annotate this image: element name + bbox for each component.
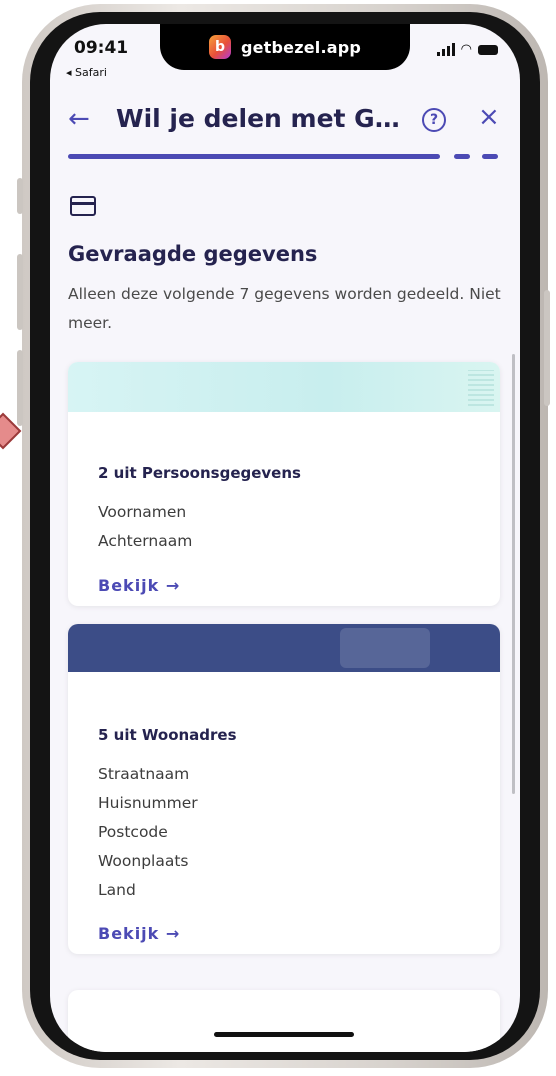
card-banner-navy xyxy=(68,624,500,672)
data-card-persoonsgegevens: 2 uit Persoonsgegevens Voornamen Achtern… xyxy=(68,362,500,606)
card-heading: 5 uit Woonadres xyxy=(98,726,237,744)
volume-down-button xyxy=(17,350,23,426)
progress-dash xyxy=(454,154,470,159)
progress-dash xyxy=(482,154,498,159)
card-heading: 2 uit Persoonsgegevens xyxy=(98,464,301,482)
dynamic-notch: b getbezel.app xyxy=(160,24,410,70)
list-item: Straatnaam xyxy=(98,765,190,783)
list-item: Woonplaats xyxy=(98,852,189,870)
list-item: Land xyxy=(98,881,136,899)
status-icons: ◠ xyxy=(436,42,498,57)
section-title: Gevraagde gegevens xyxy=(68,242,318,266)
signal-icon xyxy=(436,43,455,56)
list-item: Postcode xyxy=(98,823,168,841)
url-host: getbezel.app xyxy=(240,37,362,57)
question-circle-icon[interactable]: ? xyxy=(422,108,446,132)
list-item: Huisnummer xyxy=(98,794,198,812)
progress-bar xyxy=(68,154,498,159)
battery-icon xyxy=(478,44,498,55)
wifi-icon: ◠ xyxy=(460,42,472,57)
home-indicator[interactable] xyxy=(214,1032,354,1037)
card-item-list: Voornamen Achternaam xyxy=(98,498,192,556)
credit-card-icon xyxy=(70,196,96,216)
section-description: Alleen deze volgende 7 gegevens worden g… xyxy=(68,285,501,332)
card-item-list: Straatnaam Huisnummer Postcode Woonplaat… xyxy=(98,760,198,905)
list-item: Voornamen xyxy=(98,503,187,521)
back-to-safari-link[interactable]: ◂ Safari xyxy=(66,66,107,79)
bekijk-link[interactable]: Bekijk → xyxy=(98,924,180,943)
page-title: Wil je delen met Gem... xyxy=(116,104,406,133)
card-banner-teal xyxy=(68,362,500,412)
scrollbar[interactable] xyxy=(512,354,515,794)
crest-icon xyxy=(340,628,430,668)
data-card-woonadres: 5 uit Woonadres Straatnaam Huisnummer Po… xyxy=(68,624,500,954)
power-button xyxy=(544,290,550,406)
arrow-left-icon[interactable]: ← xyxy=(68,104,90,134)
list-item: Achternaam xyxy=(98,532,193,550)
app-header: ← Wil je delen met Gem... ? × xyxy=(50,98,520,148)
volume-up-button xyxy=(17,254,23,330)
close-icon[interactable]: × xyxy=(478,102,500,132)
progress-fill xyxy=(68,154,440,159)
bezel-logo-icon: b xyxy=(208,35,231,59)
mute-switch xyxy=(17,178,23,214)
bekijk-link[interactable]: Bekijk → xyxy=(98,576,180,595)
data-card-partial xyxy=(68,990,500,1052)
status-time: 09:41 xyxy=(74,38,129,58)
app-screen: b getbezel.app 09:41 ◂ Safari ◠ ← Wil je… xyxy=(50,24,520,1052)
